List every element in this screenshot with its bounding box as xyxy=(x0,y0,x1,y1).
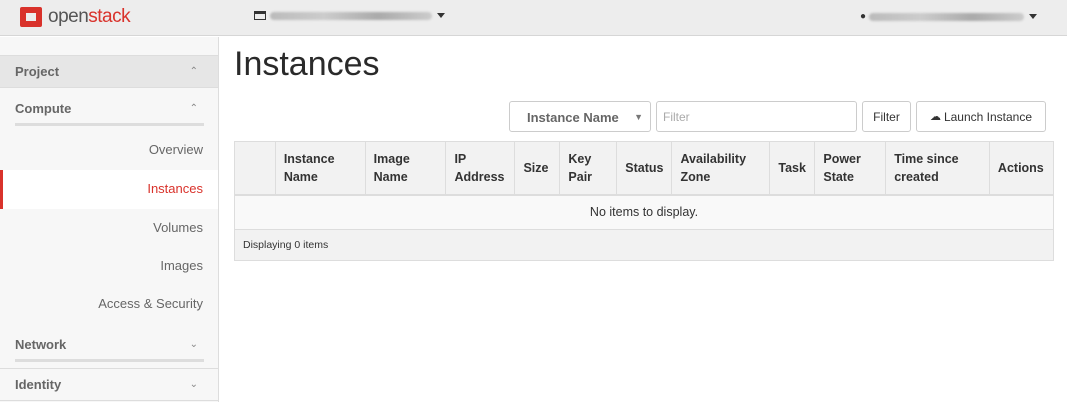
launch-instance-button[interactable]: ☁ Launch Instance xyxy=(916,101,1046,132)
sidebar-item-access-security[interactable]: Access & Security xyxy=(0,285,218,323)
empty-message: No items to display. xyxy=(234,194,1054,230)
sidebar-section-network[interactable]: Network ⌄ xyxy=(0,325,218,363)
project-selector[interactable] xyxy=(254,11,445,20)
chevron-down-icon xyxy=(437,13,445,18)
filter-input[interactable] xyxy=(656,101,857,132)
empty-row: No items to display. xyxy=(234,194,1054,230)
sidebar: Project ⌃ Compute ⌃ Overview Instances Vol… xyxy=(0,37,219,402)
column-task[interactable]: Task xyxy=(769,141,816,196)
column-actions: Actions xyxy=(989,141,1055,196)
column-key-pair[interactable]: Key Pair xyxy=(559,141,618,196)
column-ip-address[interactable]: IP Address xyxy=(445,141,516,196)
divider xyxy=(15,359,204,362)
sidebar-item-overview[interactable]: Overview xyxy=(0,131,218,169)
logo-text-open: open xyxy=(48,6,89,27)
divider xyxy=(15,123,204,126)
cloud-upload-icon: ☁ xyxy=(929,111,941,123)
page-title: Instances xyxy=(234,45,380,83)
sidebar-section-identity[interactable]: Identity ⌄ xyxy=(0,368,218,401)
section-label: Compute xyxy=(15,100,72,116)
column-image-name[interactable]: Image Name xyxy=(365,141,447,196)
column-time-since-created[interactable]: Time since created xyxy=(885,141,990,196)
top-navbar: openstack ● xyxy=(0,0,1067,36)
table-footer-row: Displaying 0 items xyxy=(234,229,1054,261)
table-header-row: Instance Name Image Name IP Address Size… xyxy=(234,141,1055,196)
item-count: Displaying 0 items xyxy=(234,229,1054,261)
sidebar-item-instances[interactable]: Instances xyxy=(0,170,218,209)
column-availability-zone[interactable]: Availability Zone xyxy=(671,141,771,196)
chevron-up-icon: ⌃ xyxy=(189,66,198,77)
openstack-logo-icon xyxy=(20,7,42,27)
filter-field-value: Instance Name xyxy=(527,110,619,125)
user-menu[interactable]: ● xyxy=(860,11,1038,22)
column-instance-name[interactable]: Instance Name xyxy=(275,141,366,196)
chevron-up-icon: ⌃ xyxy=(189,102,198,114)
section-label: Identity xyxy=(15,377,62,392)
user-icon: ● xyxy=(860,11,867,22)
filter-button[interactable]: Filter xyxy=(862,101,911,132)
sidebar-section-compute[interactable]: Compute ⌃ xyxy=(0,88,218,128)
chevron-down-icon xyxy=(1029,14,1038,19)
dropdown-arrow-icon: ▼ xyxy=(634,112,643,122)
section-label: Network xyxy=(15,336,67,352)
section-label: Project xyxy=(15,64,60,79)
sidebar-section-project[interactable]: Project ⌃ xyxy=(0,55,218,88)
username-redacted xyxy=(869,12,1025,21)
column-size[interactable]: Size xyxy=(514,141,561,196)
project-name-redacted xyxy=(270,11,432,20)
chevron-down-icon: ⌄ xyxy=(189,379,198,390)
sidebar-item-volumes[interactable]: Volumes xyxy=(0,209,218,247)
instances-table: Instance Name Image Name IP Address Size… xyxy=(234,141,1055,261)
launch-instance-label: Launch Instance xyxy=(943,109,1033,124)
filter-field-select[interactable]: Instance Name ▼ xyxy=(509,101,651,132)
logo-text-stack: stack xyxy=(88,6,131,27)
chevron-down-icon: ⌄ xyxy=(189,338,198,350)
select-all-column[interactable] xyxy=(234,141,276,196)
project-list-icon xyxy=(254,11,266,20)
column-status[interactable]: Status xyxy=(616,141,673,196)
openstack-logo[interactable]: openstack xyxy=(20,6,131,28)
column-power-state[interactable]: Power State xyxy=(814,141,887,196)
sidebar-item-images[interactable]: Images xyxy=(0,247,218,285)
